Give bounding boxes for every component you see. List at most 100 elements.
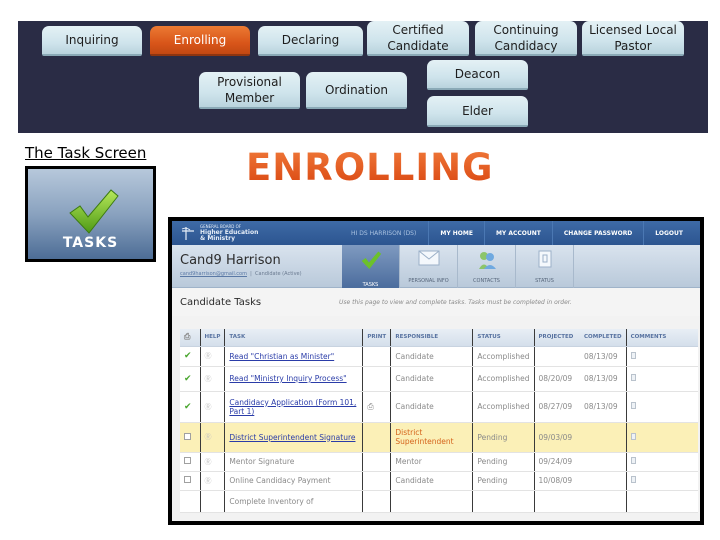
completed-check-icon: ✔ (184, 401, 192, 412)
help-cell: Ⓡ (199, 452, 225, 472)
task-screen-caption: The Task Screen (25, 144, 147, 162)
stage-certified-candidate-button[interactable]: Certified Candidate (367, 21, 469, 56)
document-icon (538, 250, 551, 268)
stage-ordination-button[interactable]: Ordination (306, 72, 407, 109)
table-row: ✔ Ⓡ Candidacy Application (Form 101, Part … (180, 391, 698, 423)
stage-enrolling-button[interactable]: Enrolling (150, 26, 250, 56)
column-header-comments: COMMENTS (625, 329, 698, 347)
task-link[interactable]: Read "Ministry Inquiry Process" (229, 374, 346, 383)
app-top-bar: GENERAL BOARD OF Higher Education & Mini… (172, 221, 700, 245)
select-cell (180, 452, 200, 472)
responsible-cell (390, 490, 473, 513)
status-cell (472, 490, 535, 513)
task-cell: Complete Inventory of (224, 490, 363, 513)
print-cell (362, 346, 391, 367)
section-title: Candidate Tasks (180, 296, 262, 308)
projected-cell: 10/08/09 (533, 471, 581, 491)
help-icon[interactable]: Ⓡ (205, 458, 212, 466)
stage-declaring-button[interactable]: Declaring (258, 26, 363, 56)
help-icon[interactable]: Ⓡ (205, 375, 212, 383)
help-icon[interactable]: Ⓡ (205, 403, 212, 411)
task-cell: Read "Christian as Minister" (224, 346, 363, 367)
stage-continuing-candidacy-button[interactable]: Continuing Candidacy (475, 21, 577, 56)
completed-cell (580, 452, 627, 472)
help-icon[interactable]: Ⓡ (205, 477, 212, 485)
task-checkbox[interactable] (184, 432, 191, 440)
checkmark-icon (361, 251, 381, 269)
tab-contacts[interactable]: CONTACTS (458, 245, 516, 288)
stage-inquiring-button[interactable]: Inquiring (42, 26, 142, 56)
my-home-link[interactable]: MY HOME (428, 221, 484, 245)
candidate-header: Cand9 Harrison cand9harrison@gmail.com |… (172, 245, 700, 292)
logout-link[interactable]: LOGOUT (643, 221, 694, 245)
column-header-print: PRINT (362, 329, 391, 347)
comment-icon[interactable] (630, 476, 636, 483)
column-header-projected: PROJECTED (533, 329, 581, 347)
candidate-status: Candidate (Active) (255, 271, 302, 277)
comment-icon[interactable] (630, 457, 636, 464)
envelope-icon (418, 250, 439, 266)
tasks-table: ⎙ HELP TASK PRINT RESPONSIBLE STATUS PRO… (180, 329, 698, 513)
print-cell (362, 422, 391, 453)
column-header-responsible: RESPONSIBLE (390, 329, 473, 347)
comment-icon[interactable] (630, 374, 636, 381)
user-greeting: HI DS HARRISON (DS) (351, 229, 417, 237)
printer-icon: ⎙ (184, 332, 191, 342)
stage-label: Elder (462, 103, 493, 118)
task-link[interactable]: Read "Christian as Minister" (229, 352, 334, 361)
table-row: Ⓡ Online Candidacy Payment Candidate Pendin… (180, 471, 698, 491)
stage-deacon-button[interactable]: Deacon (427, 60, 528, 90)
task-link[interactable]: District Superintendent Signature (229, 433, 355, 442)
status-cell: Accomplished (472, 366, 535, 392)
change-password-link[interactable]: CHANGE PASSWORD (551, 221, 643, 245)
table-row: Ⓡ District Superintendent Signature Distri… (180, 422, 698, 453)
select-cell: ✔ (180, 346, 200, 367)
stage-label: Licensed Local Pastor (589, 22, 677, 53)
projected-cell: 09/24/09 (533, 452, 581, 472)
tab-label: CONTACTS (473, 278, 500, 284)
task-link[interactable]: Candidacy Application (Form 101, Part 1) (229, 398, 356, 416)
tasks-icon-tile: TASKS (25, 166, 156, 262)
my-account-link[interactable]: MY ACCOUNT (483, 221, 552, 245)
comments-cell (625, 452, 698, 472)
stage-licensed-local-pastor-button[interactable]: Licensed Local Pastor (582, 21, 684, 56)
comments-cell (625, 366, 698, 392)
completed-cell: 08/13/09 (580, 391, 627, 423)
task-checkbox[interactable] (184, 457, 191, 464)
stage-label: Enrolling (173, 33, 227, 47)
table-header-row: ⎙ HELP TASK PRINT RESPONSIBLE STATUS PRO… (180, 329, 698, 347)
task-checkbox[interactable] (184, 476, 191, 483)
column-header-completed: COMPLETED (580, 329, 627, 347)
completed-cell: 08/13/09 (580, 346, 627, 367)
status-cell: Pending (472, 422, 535, 453)
comment-icon[interactable] (630, 432, 636, 440)
tab-label: PERSONAL INFO (408, 278, 449, 284)
stage-label: Continuing Candidacy (493, 22, 559, 53)
completed-cell (580, 471, 627, 491)
comment-icon[interactable] (630, 402, 636, 409)
completed-check-icon: ✔ (184, 351, 192, 361)
tab-personal-info[interactable]: PERSONAL INFO (400, 245, 458, 288)
help-cell: Ⓡ (199, 471, 225, 491)
contacts-icon (478, 252, 496, 269)
stage-elder-button[interactable]: Elder (427, 96, 528, 127)
help-icon[interactable]: Ⓡ (205, 352, 212, 360)
section-header: Candidate Tasks Use this page to view an… (172, 288, 700, 316)
stage-label: Declaring (281, 33, 340, 47)
stage-provisional-member-button[interactable]: Provisional Member (199, 72, 300, 109)
help-cell: Ⓡ (199, 366, 225, 392)
stage-label: Ordination (324, 82, 389, 97)
help-icon[interactable]: Ⓡ (205, 433, 212, 441)
print-icon[interactable]: ⎙ (367, 402, 373, 411)
comment-icon[interactable] (630, 351, 636, 359)
task-name: Online Candidacy Payment (229, 476, 331, 485)
table-row: ✔ Ⓡ Read "Christian as Minister" Candidate A… (180, 346, 698, 367)
tab-status[interactable]: STATUS (516, 245, 574, 288)
candidate-name: Cand9 Harrison (180, 253, 281, 268)
projected-cell: 08/27/09 (533, 391, 581, 423)
tab-tasks[interactable]: TASKS (342, 245, 400, 292)
table-row: ✔ Ⓡ Read "Ministry Inquiry Process" Candida… (180, 366, 698, 392)
candidate-subline: cand9harrison@gmail.com | Candidate (Act… (180, 271, 302, 277)
status-cell: Accomplished (472, 391, 535, 423)
candidate-email-link[interactable]: cand9harrison@gmail.com (180, 271, 247, 277)
